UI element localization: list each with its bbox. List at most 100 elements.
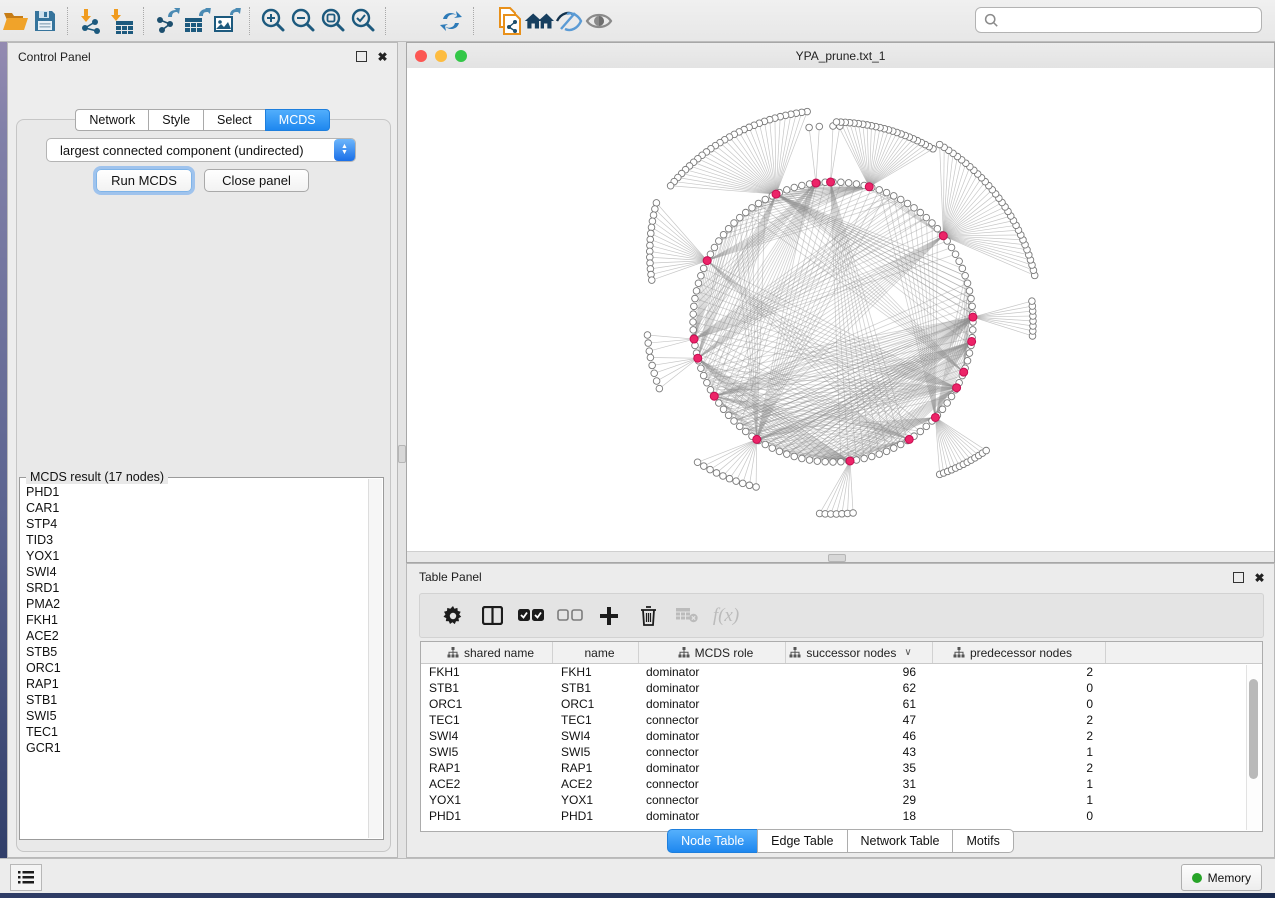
open-file-icon[interactable] (0, 6, 30, 36)
mcds-node-item[interactable]: ACE2 (26, 628, 369, 644)
mcds-node-item[interactable]: STP4 (26, 516, 369, 532)
table-cell: dominator (639, 681, 786, 695)
table-row[interactable]: STB1STB1dominator620 (421, 680, 1262, 696)
export-table-icon[interactable] (182, 6, 212, 36)
float-panel-icon[interactable] (1232, 571, 1245, 584)
deselect-all-rows-icon[interactable] (555, 602, 585, 630)
tab-motifs[interactable]: Motifs (952, 829, 1013, 853)
table-cell: 61 (786, 697, 933, 711)
mcds-node-item[interactable]: SWI4 (26, 564, 369, 580)
task-history-button[interactable] (10, 864, 42, 891)
mcds-node-item[interactable]: SWI5 (26, 708, 369, 724)
close-panel-icon[interactable]: ✖ (376, 50, 389, 63)
mcds-node-item[interactable]: FKH1 (26, 612, 369, 628)
optimization-criterion-select[interactable]: largest connected component (undirected)… (46, 138, 356, 162)
column-header-label: shared name (464, 646, 534, 660)
table-cell: PHD1 (421, 809, 553, 823)
search-icon (984, 13, 999, 28)
table-settings-icon[interactable] (438, 602, 468, 630)
mcds-list-scrollbar[interactable] (368, 479, 382, 838)
mcds-result-title: MCDS result (17 nodes) (26, 470, 168, 484)
table-row[interactable]: FKH1FKH1dominator962 (421, 664, 1262, 680)
mcds-node-item[interactable]: STB5 (26, 644, 369, 660)
splitter-handle[interactable] (398, 445, 406, 463)
open-session-home-icon[interactable] (524, 6, 554, 36)
mcds-node-item[interactable]: STB1 (26, 692, 369, 708)
float-panel-icon[interactable] (355, 50, 368, 63)
table-cell: 18 (786, 809, 933, 823)
tab-select[interactable]: Select (203, 109, 265, 131)
zoom-fit-icon[interactable] (318, 6, 348, 36)
table-row[interactable]: RAP1RAP1dominator352 (421, 760, 1262, 776)
mcds-node-item[interactable]: GCR1 (26, 740, 369, 756)
mcds-node-item[interactable]: ORC1 (26, 660, 369, 676)
tab-network-table[interactable]: Network Table (847, 829, 953, 853)
table-row[interactable]: YOX1YOX1connector291 (421, 792, 1262, 808)
table-cell: ORC1 (553, 697, 639, 711)
show-hide-eye-icon[interactable] (584, 6, 614, 36)
style-preview-icon[interactable] (554, 6, 584, 36)
run-mcds-button[interactable]: Run MCDS (96, 169, 192, 192)
zoom-out-icon[interactable] (288, 6, 318, 36)
mcds-node-item[interactable]: RAP1 (26, 676, 369, 692)
tab-style[interactable]: Style (148, 109, 203, 131)
zoom-in-icon[interactable] (258, 6, 288, 36)
table-cell: 1 (933, 777, 1106, 791)
toolbar-separator (473, 7, 475, 35)
refresh-view-icon[interactable] (436, 6, 466, 36)
network-window-titlebar[interactable]: YPA_prune.txt_1 (407, 43, 1274, 69)
network-canvas-svg (407, 68, 1275, 552)
table-row[interactable]: TEC1TEC1connector472 (421, 712, 1262, 728)
tab-mcds[interactable]: MCDS (265, 109, 330, 131)
table-row[interactable]: PHD1PHD1dominator180 (421, 808, 1262, 824)
tab-node-table[interactable]: Node Table (667, 829, 757, 853)
close-panel-icon[interactable]: ✖ (1253, 571, 1266, 584)
mcds-node-item[interactable]: TEC1 (26, 724, 369, 740)
memory-button[interactable]: Memory (1181, 864, 1262, 891)
table-row[interactable]: ORC1ORC1dominator610 (421, 696, 1262, 712)
export-session-icon[interactable] (494, 6, 524, 36)
tree-column-icon (789, 647, 801, 658)
table-row[interactable]: SWI5SWI5connector431 (421, 744, 1262, 760)
delete-column-icon[interactable] (633, 602, 663, 630)
select-all-rows-icon[interactable] (516, 602, 546, 630)
add-column-icon[interactable] (594, 602, 624, 630)
splitter-handle[interactable] (828, 554, 846, 562)
column-header-MCDS-role[interactable]: MCDS role (639, 642, 786, 663)
toolbar-separator (385, 7, 387, 35)
mcds-node-item[interactable]: PMA2 (26, 596, 369, 612)
mcds-node-item[interactable]: YOX1 (26, 548, 369, 564)
save-session-icon[interactable] (30, 6, 60, 36)
table-row[interactable]: SWI4SWI4dominator462 (421, 728, 1262, 744)
column-header-shared-name[interactable]: shared name (421, 642, 553, 663)
column-header-predecessor-nodes[interactable]: predecessor nodes (933, 642, 1106, 663)
search-box[interactable] (975, 7, 1262, 33)
vertical-splitter[interactable] (398, 42, 406, 858)
scrollbar-thumb[interactable] (1249, 679, 1258, 779)
table-cell: 0 (933, 681, 1106, 695)
export-network-icon[interactable] (152, 6, 182, 36)
horizontal-splitter[interactable] (407, 551, 1274, 562)
export-image-icon[interactable] (212, 6, 242, 36)
search-input[interactable] (1004, 12, 1261, 28)
zoom-selected-icon[interactable] (348, 6, 378, 36)
close-panel-button[interactable]: Close panel (204, 169, 309, 192)
column-header-successor-nodes[interactable]: successor nodes∨ (786, 642, 933, 663)
column-panel-icon[interactable] (477, 602, 507, 630)
network-canvas[interactable] (407, 68, 1274, 552)
tab-network[interactable]: Network (75, 109, 148, 131)
table-cell: dominator (639, 761, 786, 775)
mcds-node-item[interactable]: CAR1 (26, 500, 369, 516)
table-cell: 2 (933, 713, 1106, 727)
mcds-node-item[interactable]: SRD1 (26, 580, 369, 596)
mcds-node-item[interactable]: TID3 (26, 532, 369, 548)
import-network-icon[interactable] (76, 6, 106, 36)
table-cell: TEC1 (553, 713, 639, 727)
column-header-name[interactable]: name (553, 642, 639, 663)
import-table-icon[interactable] (106, 6, 136, 36)
mcds-node-item[interactable]: PHD1 (26, 484, 369, 500)
table-row[interactable]: ACE2ACE2connector311 (421, 776, 1262, 792)
table-scrollbar[interactable] (1246, 665, 1261, 830)
tab-edge-table[interactable]: Edge Table (757, 829, 846, 853)
toolbar-separator (67, 7, 69, 35)
